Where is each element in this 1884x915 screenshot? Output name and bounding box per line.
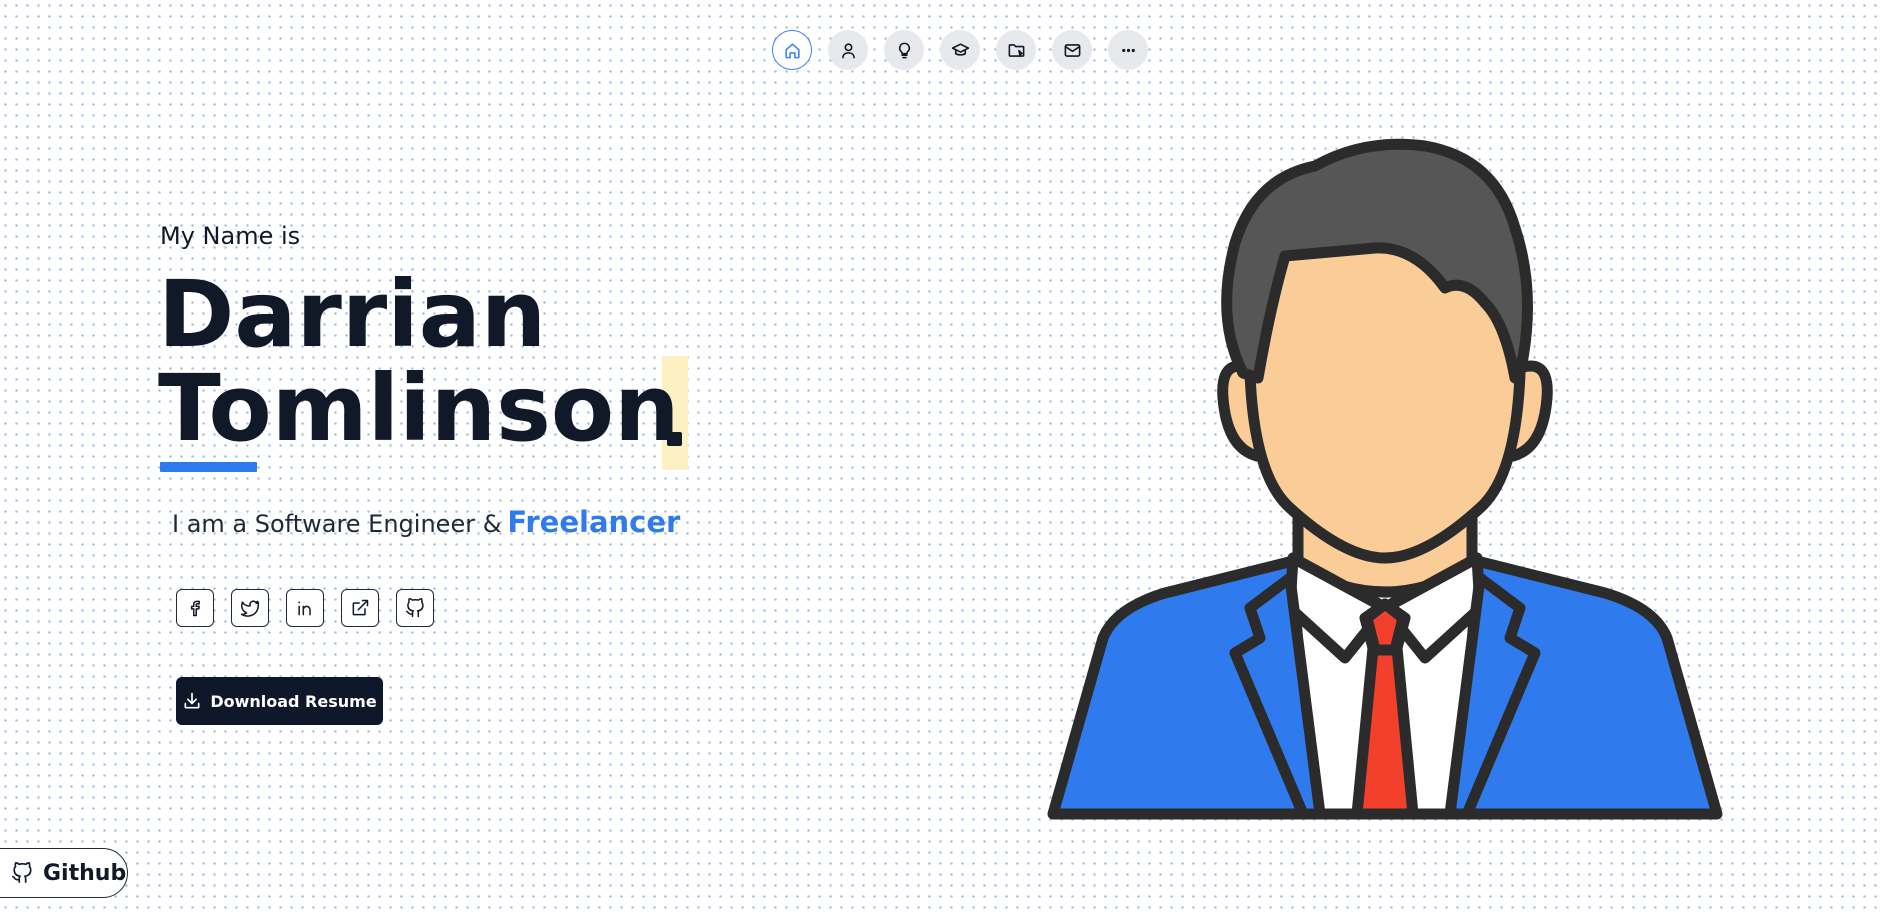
intro-text: My Name is: [160, 222, 301, 250]
twitter-icon: [240, 600, 260, 617]
first-name: Darrian: [158, 261, 547, 368]
user-icon: [841, 42, 855, 58]
nav-more-button[interactable]: [1108, 30, 1148, 70]
top-nav: [765, 22, 1155, 78]
tagline-text: I am a Software Engineer &: [172, 510, 502, 538]
tie-knot: [1361, 598, 1409, 656]
linkedin-icon: [298, 601, 311, 616]
social-links: [176, 589, 434, 627]
github-icon: [12, 862, 32, 883]
download-resume-label: Download Resume: [210, 691, 377, 711]
twitter-link[interactable]: [231, 589, 269, 627]
hero-name: Darrian Tomlinson: [158, 268, 680, 456]
last-name: Tomlinson: [158, 355, 680, 462]
tagline: I am a Software Engineer & Freelancer: [172, 505, 680, 539]
lightbulb-icon: [898, 42, 910, 58]
facebook-link[interactable]: [176, 589, 214, 627]
graduation-cap-icon: [951, 42, 969, 56]
nav-contact-button[interactable]: [1052, 30, 1092, 70]
nav-projects-button[interactable]: [996, 30, 1036, 70]
name-underline: [160, 462, 257, 472]
github-pill-label: Github: [43, 860, 127, 886]
folder-icon: [1008, 43, 1024, 57]
home-icon: [784, 42, 800, 58]
avatar-illustration: [1047, 138, 1723, 820]
portfolio-link[interactable]: [341, 589, 379, 627]
more-icon: [1121, 48, 1135, 52]
nav-home-button[interactable]: [772, 30, 812, 70]
nav-about-button[interactable]: [828, 30, 868, 70]
download-icon: [184, 692, 200, 709]
facebook-icon: [190, 600, 200, 617]
github-icon: [405, 598, 424, 618]
linkedin-link[interactable]: [286, 589, 324, 627]
github-floating-button[interactable]: Github: [0, 848, 128, 898]
download-resume-button[interactable]: Download Resume: [176, 677, 383, 725]
name-period: [667, 432, 682, 446]
nav-education-button[interactable]: [940, 30, 980, 70]
nav-skills-button[interactable]: [884, 30, 924, 70]
external-link-icon: [352, 599, 369, 616]
mail-icon: [1064, 43, 1080, 57]
github-link[interactable]: [396, 589, 434, 627]
tagline-highlight: Freelancer: [507, 505, 681, 539]
